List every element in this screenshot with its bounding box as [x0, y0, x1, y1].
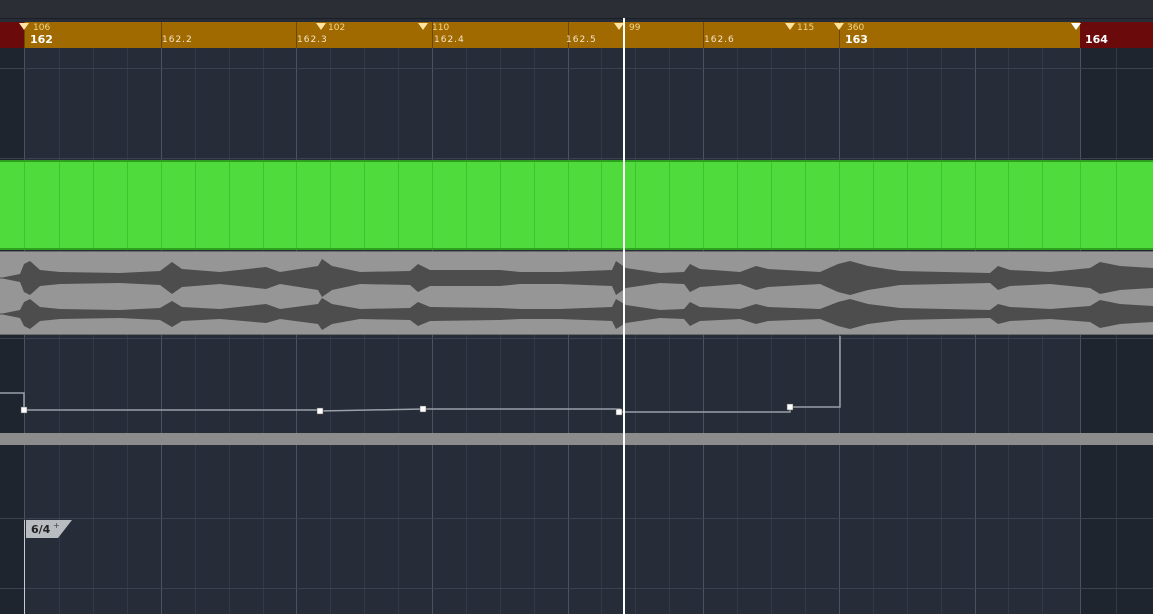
note-grid-line — [1042, 162, 1043, 248]
note-grid-line — [330, 162, 331, 248]
tempo-marker-icon[interactable] — [418, 23, 428, 30]
note-grid-line — [601, 162, 602, 248]
note-grid-line — [364, 162, 365, 248]
note-grid-line — [466, 162, 467, 248]
timeline-ruler[interactable]: 106 102 110 99 115 360 162 162.2 162.3 1… — [0, 22, 1153, 48]
note-grid-line — [24, 162, 25, 248]
signature-marker-line — [24, 520, 25, 614]
midi-part[interactable] — [0, 160, 1153, 250]
audio-waveform — [0, 259, 1153, 330]
bar-number-164: 164 — [1085, 33, 1108, 46]
automation-lane[interactable] — [0, 336, 1153, 436]
bar-number-162: 162 — [30, 33, 53, 46]
automation-point[interactable] — [419, 405, 427, 413]
note-grid-line — [635, 162, 636, 248]
tempo-marker-icon[interactable] — [19, 23, 29, 30]
tempo-value: 115 — [797, 23, 815, 33]
tempo-value: 106 — [33, 23, 51, 33]
signature-plus-icon: + — [53, 521, 60, 530]
tempo-marker-icon[interactable] — [316, 23, 326, 30]
note-grid-line — [975, 162, 976, 248]
note-grid-line — [873, 162, 874, 248]
time-signature-label: 6/4 — [31, 523, 51, 536]
automation-point[interactable] — [316, 407, 324, 415]
tempo-value: 360 — [847, 23, 865, 33]
note-grid-line — [59, 162, 60, 248]
lane-divider — [0, 518, 1153, 519]
note-grid-line — [534, 162, 535, 248]
note-grid-line — [737, 162, 738, 248]
note-grid-line — [1080, 162, 1081, 248]
automation-point[interactable] — [786, 403, 794, 411]
beat-label: 162.4 — [434, 35, 465, 45]
note-grid-line — [669, 162, 670, 248]
note-grid-line — [703, 162, 704, 248]
note-grid-line — [907, 162, 908, 248]
beat-label: 162.6 — [704, 35, 735, 45]
track-separator-band — [0, 433, 1153, 445]
tempo-value: 99 — [629, 23, 641, 33]
note-grid-line — [93, 162, 94, 248]
note-grid-line — [500, 162, 501, 248]
automation-point[interactable] — [615, 408, 623, 416]
audio-event[interactable] — [0, 251, 1153, 335]
beat-label: 162.5 — [566, 35, 597, 45]
tempo-value: 110 — [432, 23, 450, 33]
playback-cursor[interactable] — [623, 18, 625, 614]
tempo-marker-icon[interactable] — [834, 23, 844, 30]
note-grid-line — [263, 162, 264, 248]
tempo-marker-icon[interactable] — [785, 23, 795, 30]
note-grid-line — [568, 162, 569, 248]
beat-label: 162.2 — [162, 35, 193, 45]
bar-number-163: 163 — [845, 33, 868, 46]
note-grid-line — [127, 162, 128, 248]
note-grid-line — [805, 162, 806, 248]
beat-label: 162.3 — [297, 35, 328, 45]
top-toolbar-strip — [0, 0, 1153, 19]
note-grid-line — [296, 162, 297, 248]
automation-point[interactable] — [20, 406, 28, 414]
note-grid-line — [941, 162, 942, 248]
note-grid-line — [229, 162, 230, 248]
locator-marker-icon[interactable] — [1071, 23, 1081, 30]
note-grid-line — [771, 162, 772, 248]
note-grid-line — [839, 162, 840, 248]
lane-divider — [0, 68, 1153, 69]
tempo-value: 102 — [328, 23, 346, 33]
note-grid-line — [1116, 162, 1117, 248]
time-signature-marker[interactable]: 6/4 + — [26, 520, 72, 538]
lane-divider — [0, 588, 1153, 589]
note-grid-line — [1008, 162, 1009, 248]
note-grid-line — [161, 162, 162, 248]
note-grid-line — [398, 162, 399, 248]
note-grid-line — [432, 162, 433, 248]
note-grid-line — [195, 162, 196, 248]
lane-divider — [0, 158, 1153, 159]
